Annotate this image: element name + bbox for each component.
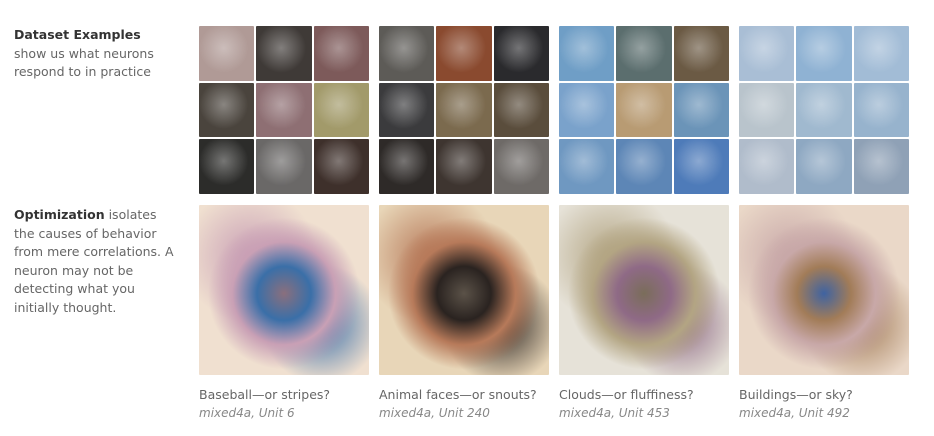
dataset-example-image <box>436 139 492 194</box>
dataset-examples-grid <box>199 26 369 194</box>
unit-label: mixed4a, Unit 492 <box>739 406 850 420</box>
optimization-visualization <box>379 205 549 375</box>
dataset-example-image <box>379 82 435 138</box>
dataset-example-image <box>313 139 369 194</box>
dataset-example-image <box>673 139 729 194</box>
dataset-example-image <box>436 82 492 138</box>
dataset-examples-grid <box>739 26 909 194</box>
dataset-example-image <box>379 139 435 194</box>
dataset-example-image <box>796 82 852 138</box>
dataset-example-image <box>199 82 255 138</box>
dataset-example-image <box>493 82 549 138</box>
dataset-example-image <box>436 26 492 81</box>
optimization-term: Optimization <box>14 207 105 222</box>
figure-caption: Clouds—or fluffiness? <box>559 387 694 402</box>
figure-caption: Animal faces—or snouts? <box>379 387 537 402</box>
dataset-example-image <box>493 139 549 194</box>
optimization-visualization <box>739 205 909 375</box>
dataset-examples-grid <box>379 26 549 194</box>
dataset-example-image <box>616 139 672 194</box>
optimization-text: isolates the causes of behavior from mer… <box>14 207 174 315</box>
dataset-examples-text: show us what neurons respond to in pract… <box>14 45 154 80</box>
dataset-example-image <box>559 139 615 194</box>
dataset-example-image <box>739 139 795 194</box>
dataset-example-image <box>199 26 255 81</box>
dataset-example-image <box>616 82 672 138</box>
dataset-example-image <box>673 82 729 138</box>
dataset-example-image <box>256 139 312 194</box>
figure-caption: Baseball—or stripes? <box>199 387 331 402</box>
dataset-example-image <box>493 26 549 81</box>
dataset-example-image <box>559 26 615 81</box>
dataset-example-image <box>379 26 435 81</box>
dataset-example-image <box>853 82 909 138</box>
dataset-example-image <box>739 26 795 81</box>
dataset-example-image <box>796 26 852 81</box>
optimization-visualization <box>199 205 369 375</box>
dataset-examples-grid <box>559 26 729 194</box>
dataset-example-image <box>853 26 909 81</box>
dataset-example-image <box>313 82 369 138</box>
dataset-example-image <box>313 26 369 81</box>
dataset-example-image <box>256 26 312 81</box>
dataset-example-image <box>199 139 255 194</box>
dataset-example-image <box>796 139 852 194</box>
dataset-example-image <box>256 82 312 138</box>
figure-caption: Buildings—or sky? <box>739 387 853 402</box>
optimization-description: Optimization isolates the causes of beha… <box>14 206 174 317</box>
dataset-example-image <box>673 26 729 81</box>
dataset-examples-term: Dataset Examples <box>14 27 141 42</box>
dataset-example-image <box>559 82 615 138</box>
dataset-example-image <box>616 26 672 81</box>
optimization-visualization <box>559 205 729 375</box>
dataset-example-image <box>739 82 795 138</box>
dataset-example-image <box>853 139 909 194</box>
unit-label: mixed4a, Unit 240 <box>379 406 490 420</box>
unit-label: mixed4a, Unit 453 <box>559 406 670 420</box>
dataset-examples-description: Dataset Examples show us what neurons re… <box>14 26 174 82</box>
unit-label: mixed4a, Unit 6 <box>199 406 295 420</box>
